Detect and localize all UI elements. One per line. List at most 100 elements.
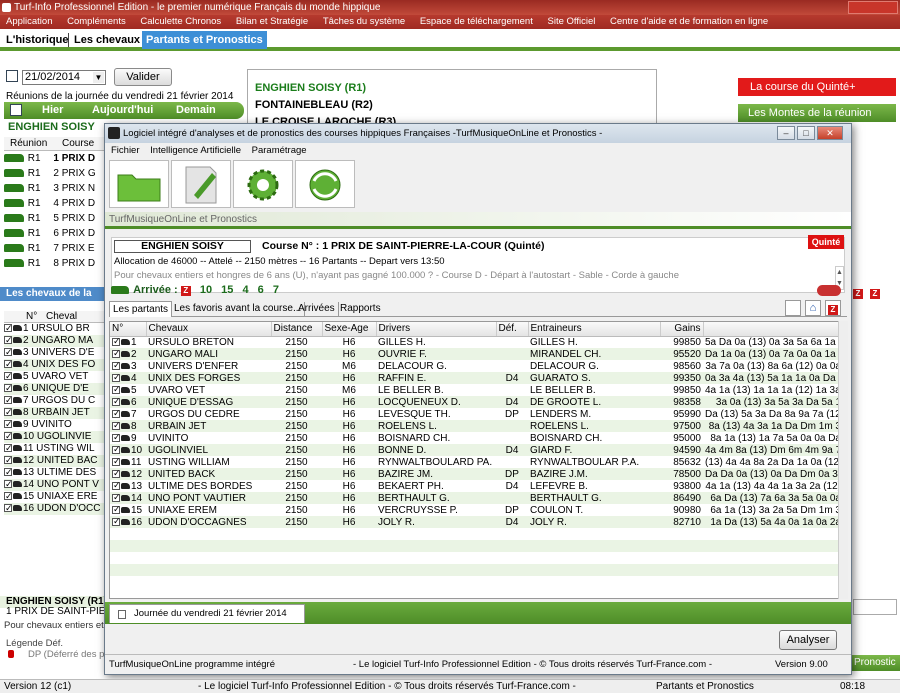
reunion-item-r2[interactable]: FONTAINEBLEAU (R2) (255, 99, 373, 111)
runner-row[interactable]: 6 UNIQUE D'ESSAG2150H6LOCQUENEUX D.D4DE G… (110, 396, 843, 408)
menu-taches[interactable]: Tâches du système (323, 16, 405, 27)
checkbox[interactable] (4, 371, 13, 382)
right-icon-b[interactable]: Z (870, 287, 880, 299)
runner-row[interactable]: 14UNO PONT VAUTIER2150H6BERTHAULT G.BERT… (110, 492, 843, 504)
runner-row[interactable]: 4 UNIX DES FORGES2150H6RAFFIN E.D4GUARATO… (110, 372, 843, 384)
zoom-icon[interactable] (817, 285, 841, 296)
checkbox[interactable] (4, 503, 13, 514)
col-header-def[interactable]: Déf. (496, 322, 529, 337)
checkbox[interactable] (4, 419, 13, 430)
horse-list-item[interactable]: 7 URGOS DU C (4, 395, 106, 407)
checkbox[interactable] (4, 323, 13, 334)
col-header-chevaux[interactable]: Chevaux (146, 322, 272, 337)
col-header-drivers[interactable]: Drivers (376, 322, 497, 337)
checkbox[interactable] (112, 516, 121, 527)
horse-list-item[interactable]: 3 UNIVERS D'E (4, 347, 106, 359)
col-header-sexe[interactable]: Sexe-Age (322, 322, 377, 337)
tab-partants-list[interactable]: Les partants (109, 301, 173, 317)
validate-button[interactable]: Valider (114, 68, 172, 86)
dropdown-arrow-icon[interactable]: ▼ (93, 72, 104, 83)
menu-telechargement[interactable]: Espace de téléchargement (420, 16, 533, 27)
nav-demain[interactable]: Demain (176, 104, 216, 116)
race-list-item[interactable]: R1 6 PRIX D (4, 227, 106, 241)
date-input[interactable]: 21/02/2014 ▼ (22, 70, 106, 85)
grid-scrollbar[interactable] (838, 321, 848, 599)
runner-row[interactable]: 2 UNGARO MALI2150H6OUVRIE F. MIRANDEL CH.9… (110, 348, 843, 360)
quinte-button[interactable]: La course du Quinté+ (738, 78, 896, 96)
nav-hier[interactable]: Hier (42, 104, 63, 116)
checkbox[interactable] (4, 479, 13, 490)
minimize-button[interactable]: – (777, 126, 795, 140)
checkbox[interactable] (4, 431, 13, 442)
menu-application[interactable]: Application (6, 16, 52, 27)
checkbox[interactable] (112, 432, 121, 443)
close-button[interactable]: ✕ (817, 126, 843, 140)
checkbox[interactable] (112, 396, 121, 407)
horse-list-item[interactable]: 14 UNO PONT V (4, 479, 106, 491)
checkbox[interactable] (4, 347, 13, 358)
menu-site[interactable]: Site Officiel (548, 16, 596, 27)
race-list-item[interactable]: R1 1 PRIX D (4, 152, 106, 166)
right-input[interactable] (853, 599, 897, 615)
col-header-distance[interactable]: Distance (271, 322, 323, 337)
maximize-button[interactable]: □ (797, 126, 815, 140)
race-list-item[interactable]: R1 2 PRIX G (4, 167, 106, 181)
race-list-item[interactable]: R1 5 PRIX D (4, 212, 106, 226)
checkbox[interactable] (4, 491, 13, 502)
runner-row[interactable]: 11 USTING WILLIAM 2150 H6 RYNWALTBOULARD PA.… (110, 456, 843, 468)
calendar-small-icon[interactable] (10, 104, 22, 116)
runner-row[interactable]: 1 URSULO BRETON 2150 H6 GILLES H. GILLES H. 99… (110, 336, 843, 348)
checkbox[interactable] (112, 480, 121, 491)
checkbox[interactable] (112, 348, 121, 359)
horse-list-item[interactable]: 1 URSULO BR (4, 323, 106, 335)
z-tool-icon[interactable]: Z (825, 300, 841, 316)
menu-fichier[interactable]: Fichier (111, 145, 140, 156)
journee-tab[interactable]: Journée du vendredi 21 février 2014 (109, 604, 305, 623)
menu-parametrage[interactable]: Paramétrage (252, 145, 307, 156)
race-list-item[interactable]: R1 7 PRIX E (4, 242, 106, 256)
checkbox[interactable] (112, 408, 121, 419)
checkbox[interactable] (4, 455, 13, 466)
checkbox[interactable] (4, 335, 13, 346)
horse-list-item[interactable]: 4 UNIX DES FO (4, 359, 106, 371)
tab-arrivees[interactable]: Arrivées (295, 302, 339, 317)
tab-historique[interactable]: L'historique (2, 31, 73, 49)
runner-row[interactable]: 5 UVARO VET 2150 M6 LE BELLER B. LE BELLER B.… (110, 384, 843, 396)
checkbox[interactable] (112, 468, 121, 479)
reunion-item-r1[interactable]: ENGHIEN SOISY (R1) (255, 82, 366, 94)
checkbox[interactable] (4, 395, 13, 406)
col-header-musique[interactable] (703, 322, 844, 337)
race-list-item[interactable]: R1 3 PRIX N (4, 182, 106, 196)
export-icon[interactable] (785, 300, 801, 316)
col-header-num[interactable]: N° (110, 322, 147, 337)
horse-list-item[interactable]: 10 UGOLINVIE (4, 431, 106, 443)
tab-partants[interactable]: Partants et Pronostics (142, 31, 267, 49)
runner-row[interactable]: 15 UNIAXE EREM 2150 H6 VERCRUYSSE P. DP COULON… (110, 504, 843, 516)
horse-list-item[interactable]: 12 UNITED BAC (4, 455, 106, 467)
tab-rapports[interactable]: Rapports (337, 302, 384, 317)
calendar-icon[interactable] (6, 70, 18, 82)
checkbox[interactable] (112, 420, 121, 431)
checkbox[interactable] (112, 504, 121, 515)
horse-list-item[interactable]: 16 UDON D'OCC (4, 503, 106, 515)
horse-list-item[interactable]: 11 USTING WIL (4, 443, 106, 455)
menu-bilan[interactable]: Bilan et Stratégie (236, 16, 308, 27)
menu-aide[interactable]: Centre d'aide et de formation en ligne (610, 16, 768, 27)
toolbar-settings-button[interactable] (233, 160, 293, 208)
right-icon-a[interactable]: Z (853, 287, 863, 299)
checkbox[interactable] (4, 383, 13, 394)
right-tab-pronostic[interactable]: Pronostic (850, 655, 900, 671)
checkbox[interactable] (112, 444, 121, 455)
checkbox[interactable] (112, 336, 121, 347)
col-header-entraineurs[interactable]: Entraineurs (528, 322, 661, 337)
horse-list-item[interactable]: 2 UNGARO MA (4, 335, 106, 347)
montes-button[interactable]: Les Montes de la réunion (738, 104, 896, 122)
runner-row[interactable]: 12UNITED BACK2150H6BAZIRE JM.DPBAZIRE J.… (110, 468, 843, 480)
toolbar-refresh-button[interactable] (295, 160, 355, 208)
runner-row[interactable]: 8URBAIN JET2150H6ROELENS L.ROELENS L.975… (110, 420, 843, 432)
horse-list-item[interactable]: 8 URBAIN JET (4, 407, 106, 419)
checkbox[interactable] (4, 467, 13, 478)
horse-list-item[interactable]: 9 UVINITO (4, 419, 106, 431)
horse-list-item[interactable]: 5 UVARO VET (4, 371, 106, 383)
race-list-item[interactable]: R1 8 PRIX D (4, 257, 106, 271)
